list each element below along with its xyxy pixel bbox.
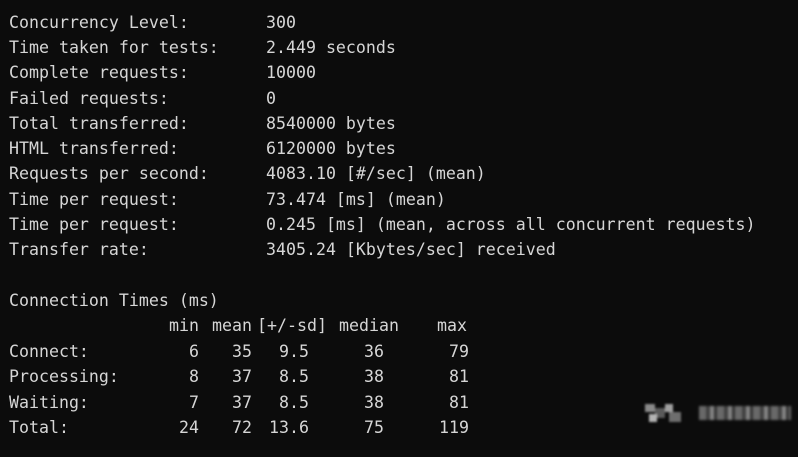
watermark-text — [699, 406, 791, 420]
cell-mean: 37 — [232, 393, 252, 412]
cell-median: 38 — [364, 393, 384, 412]
connection-times-header: min mean [+/-sd] median max — [9, 313, 789, 338]
header-max: max — [437, 316, 467, 335]
row-label: Processing: — [9, 367, 119, 386]
summary-label: Failed requests: — [9, 89, 169, 108]
cell-sd: 8.5 — [279, 367, 309, 386]
summary-line: Failed requests: 0 — [9, 86, 276, 111]
row-label: Connect: — [9, 342, 89, 361]
row-label: Total: — [9, 418, 69, 437]
table-row: Processing: 8 37 8.5 38 81 — [9, 364, 789, 389]
cell-sd: 8.5 — [279, 393, 309, 412]
header-median: median — [339, 316, 399, 335]
cell-min: 6 — [189, 342, 199, 361]
summary-value: 300 — [266, 13, 296, 32]
table-row: Connect: 6 35 9.5 36 79 — [9, 339, 789, 364]
cell-sd: 9.5 — [279, 342, 309, 361]
summary-value: 0 — [266, 89, 276, 108]
summary-line: Requests per second: 4083.10 [#/sec] (me… — [9, 161, 486, 186]
terminal-window: Concurrency Level: 300 Time taken for te… — [0, 0, 798, 457]
summary-line: Time taken for tests: 2.449 seconds — [9, 35, 396, 60]
row-label: Waiting: — [9, 393, 89, 412]
cell-max: 119 — [439, 418, 469, 437]
header-sd: [+/-sd] — [257, 316, 327, 335]
summary-line: Transfer rate: 3405.24 [Kbytes/sec] rece… — [9, 237, 556, 262]
watermark — [643, 398, 793, 428]
cell-sd: 13.6 — [269, 418, 309, 437]
header-mean: mean — [212, 316, 252, 335]
summary-line: HTML transferred: 6120000 bytes — [9, 136, 396, 161]
cell-min: 7 — [189, 393, 199, 412]
cell-max: 81 — [449, 393, 469, 412]
summary-value: 6120000 bytes — [266, 139, 396, 158]
summary-label: Complete requests: — [9, 63, 189, 82]
summary-value: 8540000 bytes — [266, 114, 396, 133]
summary-value: 73.474 [ms] (mean) — [266, 190, 446, 209]
watermark-logo-icon — [645, 404, 681, 422]
summary-label: Time per request: — [9, 190, 179, 209]
cell-min: 24 — [179, 418, 199, 437]
header-min: min — [169, 316, 199, 335]
summary-label: HTML transferred: — [9, 139, 179, 158]
summary-label: Concurrency Level: — [9, 13, 189, 32]
summary-line: Concurrency Level: 300 — [9, 10, 296, 35]
cell-median: 36 — [364, 342, 384, 361]
summary-label: Transfer rate: — [9, 240, 149, 259]
summary-value: 3405.24 [Kbytes/sec] received — [266, 240, 556, 259]
summary-label: Total transferred: — [9, 114, 189, 133]
summary-value: 2.449 seconds — [266, 38, 396, 57]
summary-line: Total transferred: 8540000 bytes — [9, 111, 396, 136]
summary-value: 4083.10 [#/sec] (mean) — [266, 164, 486, 183]
cell-mean: 37 — [232, 367, 252, 386]
cell-max: 81 — [449, 367, 469, 386]
cell-mean: 72 — [232, 418, 252, 437]
connection-times-title: Connection Times (ms) — [9, 291, 219, 310]
cell-mean: 35 — [232, 342, 252, 361]
summary-label: Time taken for tests: — [9, 38, 219, 57]
summary-line: Complete requests: 10000 — [9, 60, 316, 85]
cell-median: 38 — [364, 367, 384, 386]
summary-line: Time per request: 73.474 [ms] (mean) — [9, 187, 446, 212]
summary-label: Requests per second: — [9, 164, 209, 183]
cell-median: 75 — [364, 418, 384, 437]
summary-value: 0.245 [ms] (mean, across all concurrent … — [266, 215, 756, 234]
cell-min: 8 — [189, 367, 199, 386]
summary-line: Time per request: 0.245 [ms] (mean, acro… — [9, 212, 756, 237]
cell-max: 79 — [449, 342, 469, 361]
summary-value: 10000 — [266, 63, 316, 82]
summary-label: Time per request: — [9, 215, 179, 234]
